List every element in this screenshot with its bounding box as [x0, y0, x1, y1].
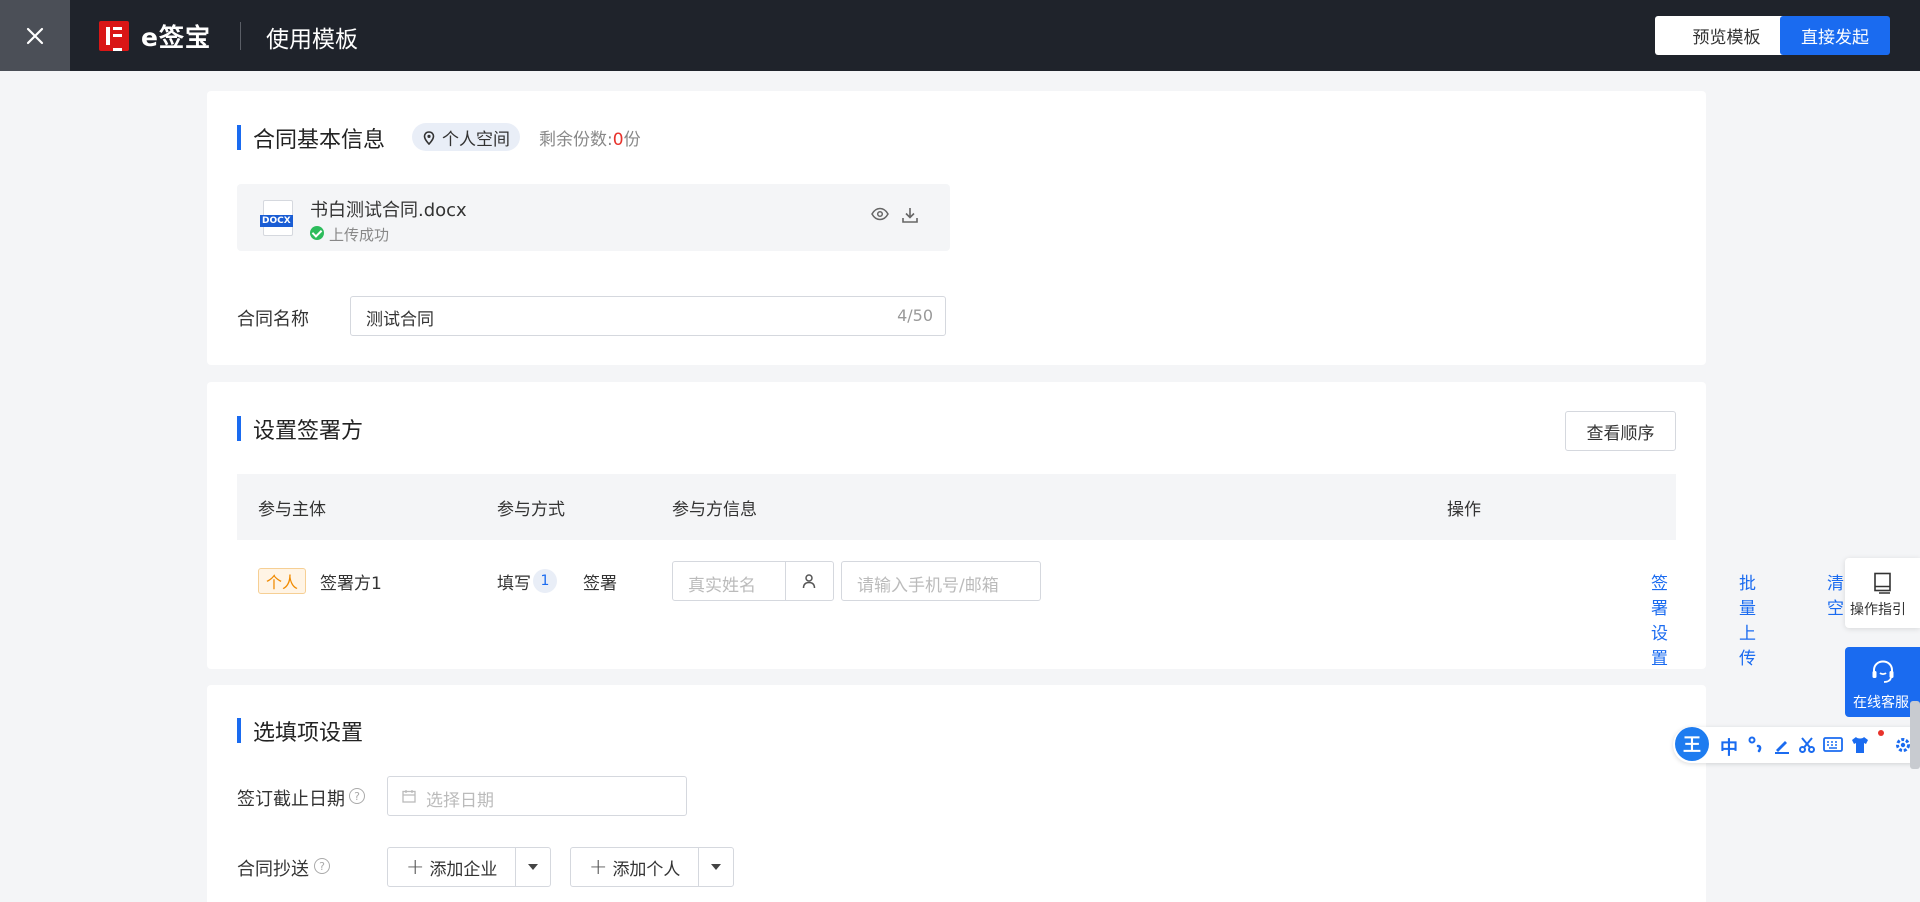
skin-shirt-icon[interactable] — [1850, 735, 1870, 755]
fill-method: 填写 — [497, 574, 531, 594]
add-person-button[interactable]: + 添加个人 — [571, 848, 700, 886]
online-service-button[interactable]: 在线客服 — [1845, 647, 1920, 717]
close-icon — [26, 27, 44, 44]
ime-logo-icon[interactable]: 王 — [1675, 727, 1709, 761]
input-separator — [785, 562, 786, 600]
page-title: 使用模板 — [266, 27, 358, 53]
headset-icon — [1872, 660, 1894, 683]
deadline-date-picker[interactable]: 选择日期 — [387, 776, 687, 816]
ime-toolbar: 王 中 — [1673, 727, 1920, 763]
section-title-options: 选填项设置 — [237, 715, 363, 747]
punctuation-icon[interactable] — [1748, 736, 1764, 754]
section-title-basic-info: 合同基本信息 — [237, 122, 385, 154]
contract-basic-info-card: 合同基本信息 个人空间 剩余份数:0份 DOCX 书白测试合同.docx 上传成… — [207, 91, 1706, 365]
person-type-tag: 个人 — [258, 568, 306, 594]
preview-eye-icon[interactable] — [871, 207, 889, 221]
calendar-icon — [402, 790, 416, 803]
keyboard-icon[interactable] — [1823, 737, 1843, 752]
char-counter: 4/50 — [897, 306, 933, 325]
view-order-button[interactable]: 查看顺序 — [1565, 411, 1676, 451]
col-method: 参与方式 — [497, 500, 565, 520]
notification-dot — [1878, 730, 1884, 736]
optional-settings-card: 选填项设置 签订截止日期 ? 选择日期 合同抄送 ? + 添加企业 + 添加个人 — [207, 685, 1706, 902]
service-label: 在线客服 — [1853, 695, 1909, 711]
space-tag[interactable]: 个人空间 — [412, 123, 520, 151]
add-company-label: 添加企业 — [429, 859, 498, 880]
phone-email-input[interactable]: 请输入手机号/邮箱 — [841, 561, 1041, 601]
real-name-input[interactable]: 真实姓名 — [672, 561, 834, 601]
location-pin-icon — [423, 131, 435, 145]
table-row: 个人 签署方1 填写 1 签署 真实姓名 请输入手机号/邮箱 签署设置 批量上传… — [237, 540, 1844, 669]
add-person-label: 添加个人 — [612, 859, 681, 880]
sign-method: 签署 — [583, 574, 617, 594]
date-placeholder: 选择日期 — [426, 791, 494, 811]
col-participant: 参与主体 — [258, 500, 326, 520]
pen-icon[interactable] — [1773, 736, 1791, 754]
remaining-count: 0 — [612, 130, 624, 150]
plus-icon: + — [406, 854, 425, 880]
section-title-signers: 设置签署方 — [237, 413, 363, 445]
book-icon — [1874, 572, 1891, 594]
contract-name-input[interactable]: 测试合同 4/50 — [350, 296, 946, 336]
signer-name: 签署方1 — [320, 574, 382, 594]
col-info: 参与方信息 — [672, 500, 757, 520]
contact-user-icon[interactable] — [801, 573, 817, 589]
help-icon[interactable]: ? — [349, 788, 365, 804]
success-check-icon — [310, 226, 324, 240]
remaining-copies: 剩余份数:0份 — [539, 125, 641, 150]
contract-name-value: 测试合同 — [366, 310, 434, 330]
scissors-icon[interactable] — [1798, 736, 1816, 754]
help-icon[interactable]: ? — [314, 858, 330, 874]
upload-status: 上传成功 — [310, 224, 389, 245]
contract-name-label: 合同名称 — [237, 309, 309, 330]
add-company-button[interactable]: + 添加企业 — [388, 848, 517, 886]
batch-upload-link[interactable]: 批量上传 — [1739, 569, 1756, 669]
add-person-dropdown-icon[interactable] — [699, 848, 733, 886]
file-name: 书白测试合同.docx — [310, 200, 467, 221]
fill-count-badge[interactable]: 1 — [533, 569, 557, 593]
guide-label: 操作指引 — [1850, 602, 1906, 618]
operation-guide-button[interactable]: 操作指引 — [1845, 558, 1920, 628]
signers-card: 设置签署方 查看顺序 参与主体 参与方式 参与方信息 操作 个人 签署方1 填写… — [207, 382, 1844, 669]
remaining-unit: 份 — [623, 130, 641, 150]
add-company-dropdown-icon[interactable] — [516, 848, 550, 886]
uploaded-file: DOCX 书白测试合同.docx 上传成功 — [237, 184, 950, 251]
download-icon[interactable] — [901, 206, 919, 224]
docx-file-icon: DOCX — [260, 200, 293, 236]
cc-label: 合同抄送 — [237, 859, 309, 880]
remaining-label: 剩余份数: — [539, 130, 613, 150]
deadline-label: 签订截止日期 — [237, 789, 345, 810]
top-bar: e签宝 使用模板 预览模板 直接发起 — [0, 0, 1920, 71]
direct-send-button[interactable]: 直接发起 — [1780, 16, 1890, 55]
esign-logo-icon — [99, 21, 129, 51]
ime-mode-toggle[interactable]: 中 — [1720, 734, 1738, 760]
scrollbar-handle[interactable] — [1910, 701, 1920, 769]
real-name-placeholder: 真实姓名 — [688, 576, 756, 596]
plus-icon: + — [589, 854, 608, 880]
header-divider — [240, 22, 241, 50]
add-company-split-button: + 添加企业 — [387, 847, 552, 887]
space-tag-label: 个人空间 — [442, 129, 510, 150]
preview-template-button[interactable]: 预览模板 — [1655, 16, 1798, 55]
close-button[interactable] — [0, 0, 70, 71]
sign-settings-link[interactable]: 签署设置 — [1651, 569, 1676, 669]
add-person-split-button: + 添加个人 — [570, 847, 735, 887]
upload-status-text: 上传成功 — [329, 226, 390, 244]
col-actions: 操作 — [1447, 500, 1481, 520]
docx-label: DOCX — [260, 215, 293, 227]
clear-link[interactable]: 清空 — [1827, 569, 1844, 619]
signers-table-header: 参与主体 参与方式 参与方信息 操作 — [237, 474, 1676, 540]
phone-email-placeholder: 请输入手机号/邮箱 — [857, 576, 999, 596]
brand-name: e签宝 — [141, 23, 211, 52]
